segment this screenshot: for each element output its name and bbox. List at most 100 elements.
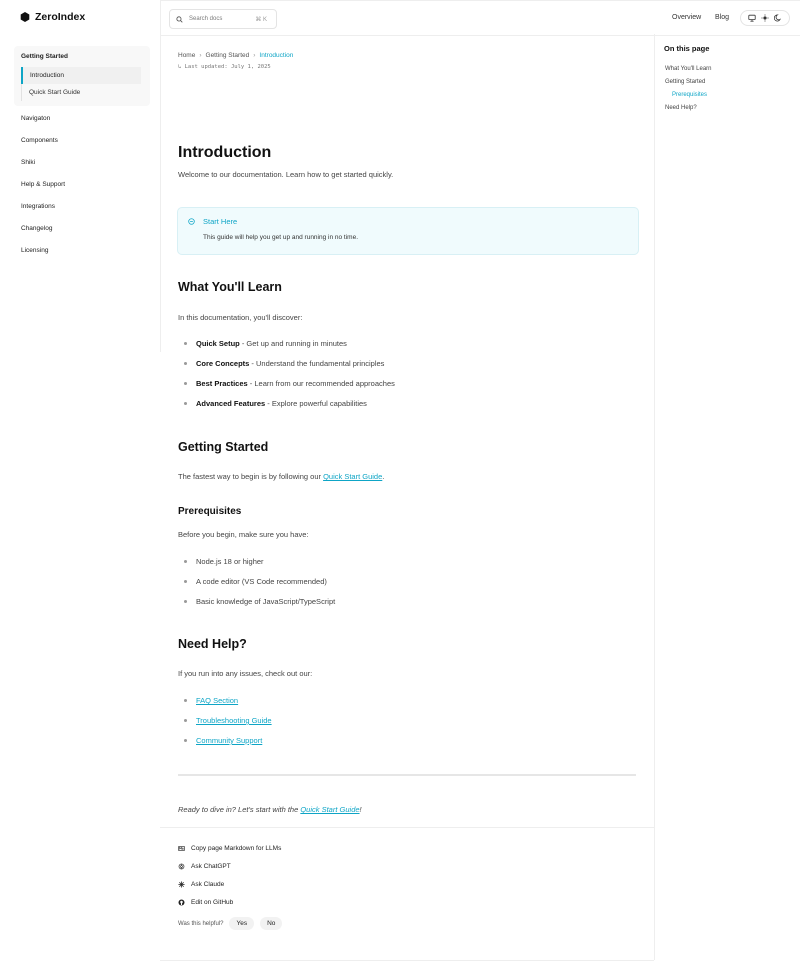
list-item-bold: Quick Setup: [196, 339, 240, 348]
sidebar-item-components[interactable]: Components: [21, 137, 58, 144]
last-updated: ↳ Last updated: July 1, 2025: [178, 64, 271, 70]
bullet: [184, 342, 187, 345]
nav-link-overview[interactable]: Overview: [672, 14, 701, 21]
sidebar-group-getting-started: Getting Started Introduction Quick Start…: [14, 46, 150, 106]
quick-start-guide-link[interactable]: Quick Start Guide: [323, 472, 382, 481]
list-item: A code editor (VS Code recommended): [184, 577, 327, 586]
breadcrumb-home[interactable]: Home: [178, 52, 195, 59]
page-bottom-border: [160, 960, 654, 961]
claude-icon: [178, 881, 185, 888]
bullet: [184, 362, 187, 365]
callout-title: Start Here: [203, 217, 238, 226]
top-bar: Search docs ⌘ K Overview Blog: [160, 0, 800, 36]
bullet: [184, 739, 187, 742]
sun-icon: [761, 14, 769, 22]
sidebar-item-integrations[interactable]: Integrations: [21, 203, 55, 210]
help-intro: If you run into any issues, check out ou…: [178, 669, 313, 678]
theme-dark-button[interactable]: [774, 14, 783, 23]
toc-item-need-help[interactable]: Need Help?: [665, 105, 697, 111]
sidebar-item-shiki[interactable]: Shiki: [21, 159, 35, 166]
search-button[interactable]: Search docs ⌘ K: [169, 9, 277, 29]
callout-text: This guide will help you get up and runn…: [203, 234, 359, 241]
toc-item-getting-started[interactable]: Getting Started: [665, 79, 705, 85]
heading-prerequisites: Prerequisites: [178, 506, 242, 517]
heading-getting-started: Getting Started: [178, 440, 269, 454]
list-item-text: A code editor (VS Code recommended): [196, 577, 327, 586]
sidebar-item-changelog[interactable]: Changelog: [21, 225, 52, 232]
list-item: Best Practices - Learn from our recommen…: [184, 379, 395, 388]
sidebar-sub-list: Introduction Quick Start Guide: [21, 67, 141, 101]
action-label: Copy page Markdown for LLMs: [191, 845, 282, 852]
bullet: [184, 560, 187, 563]
ask-claude-button[interactable]: Ask Claude: [178, 881, 224, 888]
toc-item-what-youll-learn[interactable]: What You'll Learn: [665, 66, 712, 72]
list-item-bold: Advanced Features: [196, 399, 266, 408]
action-label: Ask ChatGPT: [191, 863, 231, 870]
list-item-text: - Learn from our recommended approaches: [247, 379, 395, 388]
search-shortcut: ⌘ K: [255, 16, 267, 23]
action-label: Edit on GitHub: [191, 899, 234, 906]
bullet: [184, 402, 187, 405]
sidebar-group-title[interactable]: Getting Started: [21, 53, 68, 60]
ask-chatgpt-button[interactable]: Ask ChatGPT: [178, 863, 231, 870]
feedback-yes-button[interactable]: Yes: [229, 917, 255, 930]
sidebar-item-navigation[interactable]: Navigaton: [21, 115, 50, 122]
cta-text: Ready to dive in? Let's start with the Q…: [178, 805, 362, 814]
github-icon: [178, 899, 185, 906]
troubleshooting-guide-link[interactable]: Troubleshooting Guide: [196, 716, 272, 725]
sidebar-item-licensing[interactable]: Licensing: [21, 247, 48, 254]
brand-name: ZeroIndex: [35, 11, 86, 23]
moon-icon: [774, 14, 782, 22]
list-item-bold: Core Concepts: [196, 359, 250, 368]
faq-section-link[interactable]: FAQ Section: [196, 696, 238, 705]
bullet: [184, 719, 187, 722]
toc-item-prerequisites[interactable]: Prerequisites: [672, 92, 707, 98]
cta-text-after: !: [359, 805, 362, 814]
markdown-icon: [178, 846, 185, 851]
search-placeholder: Search docs: [189, 16, 223, 22]
feedback-label: Was this helpful?: [178, 920, 224, 927]
bullet: [184, 382, 187, 385]
list-item-text: Basic knowledge of JavaScript/TypeScript: [196, 597, 336, 606]
community-support-link[interactable]: Community Support: [196, 736, 262, 745]
page-lead: Welcome to our documentation. Learn how …: [178, 170, 394, 179]
start-here-callout: Start Here This guide will help you get …: [177, 207, 639, 255]
getting-started-text: The fastest way to begin is by following…: [178, 472, 384, 481]
list-item-text: - Explore powerful capabilities: [265, 399, 367, 408]
list-item-text: - Understand the fundamental principles: [249, 359, 385, 368]
feedback-no-button[interactable]: No: [260, 917, 283, 930]
theme-light-button[interactable]: [760, 14, 769, 23]
list-item: Quick Setup - Get up and running in minu…: [184, 339, 347, 348]
info-icon: [188, 218, 195, 225]
getting-started-text-after: .: [382, 472, 385, 481]
brand-logo[interactable]: ZeroIndex: [20, 11, 85, 23]
section-divider: [178, 774, 636, 776]
brand-icon: [20, 12, 30, 22]
theme-switcher: [740, 10, 790, 26]
list-item: Core Concepts - Understand the fundament…: [184, 359, 384, 368]
list-item: Community Support: [184, 736, 262, 745]
cta-quick-start-link[interactable]: Quick Start Guide: [300, 805, 359, 814]
bullet: [184, 580, 187, 583]
list-item: Advanced Features - Explore powerful cap…: [184, 399, 367, 408]
toc-title: On this page: [664, 44, 710, 53]
bullet: [184, 600, 187, 603]
list-item: Node.js 18 or higher: [184, 557, 264, 566]
breadcrumb-separator: ›: [199, 52, 202, 59]
breadcrumb: Home › Getting Started › Introduction: [178, 52, 293, 59]
action-label: Ask Claude: [191, 881, 225, 888]
theme-system-button[interactable]: [747, 14, 756, 23]
sidebar-item-help-support[interactable]: Help & Support: [21, 181, 65, 188]
prereq-intro: Before you begin, make sure you have:: [178, 530, 309, 539]
list-item-text: - Get up and running in minutes: [239, 339, 347, 348]
sidebar-item-quick-start-guide[interactable]: Quick Start Guide: [21, 84, 141, 101]
breadcrumb-separator: ›: [253, 52, 256, 59]
bullet: [184, 699, 187, 702]
list-item-bold: Best Practices: [196, 379, 248, 388]
nav-link-blog[interactable]: Blog: [715, 14, 729, 21]
copy-markdown-button[interactable]: Copy page Markdown for LLMs: [178, 845, 281, 852]
breadcrumb-getting-started[interactable]: Getting Started: [206, 52, 250, 59]
sidebar: ZeroIndex Getting Started Introduction Q…: [0, 0, 161, 352]
edit-on-github-button[interactable]: Edit on GitHub: [178, 899, 233, 906]
sidebar-item-introduction[interactable]: Introduction: [21, 67, 141, 84]
